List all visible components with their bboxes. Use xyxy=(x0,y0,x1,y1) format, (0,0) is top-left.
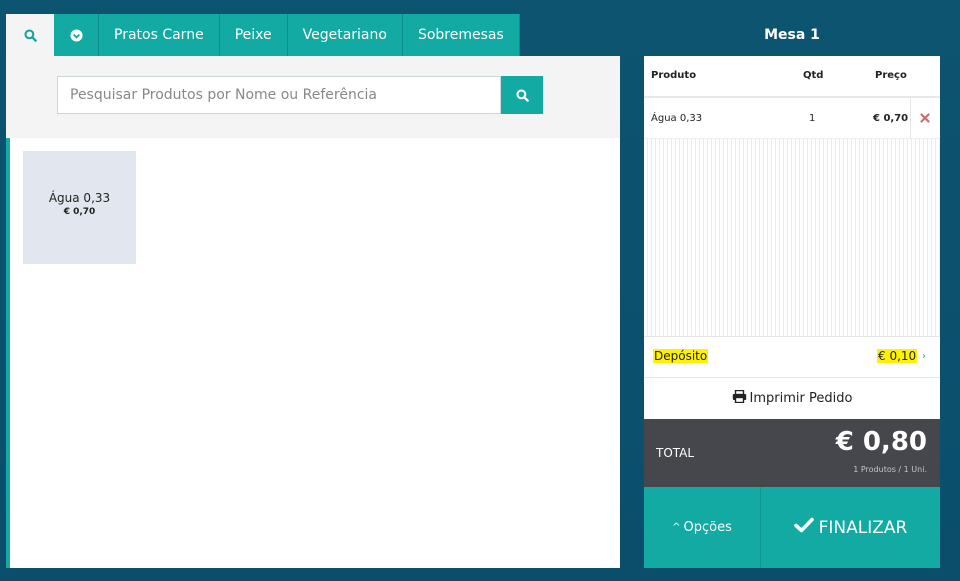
panel-accent-bar xyxy=(6,138,10,568)
total-section: TOTAL € 0,80 1 Produtos / 1 Uni. xyxy=(644,419,940,487)
order-item-qty: 1 xyxy=(809,113,816,124)
order-table-header: Produto Qtd Preço xyxy=(644,56,940,98)
search-icon xyxy=(515,88,529,102)
product-card[interactable]: Água 0,33 € 0,70 xyxy=(23,151,136,264)
finalize-label: FINALIZAR xyxy=(818,517,908,538)
chevron-right-icon: › xyxy=(922,351,926,362)
order-row[interactable]: Água 0,33 1 € 0,70 xyxy=(644,98,940,139)
tab-sobremesas[interactable]: Sobremesas xyxy=(402,14,520,56)
print-order-label: Imprimir Pedido xyxy=(749,391,853,406)
tab-peixe[interactable]: Peixe xyxy=(219,14,288,56)
column-price: Preço xyxy=(875,70,907,81)
deposit-row[interactable]: Depósito € 0,10 › xyxy=(644,336,940,377)
table-title: Mesa 1 xyxy=(764,27,820,43)
tab-more[interactable] xyxy=(54,14,99,56)
product-price: € 0,70 xyxy=(63,206,96,217)
deposit-label: Depósito xyxy=(653,349,709,363)
column-qty: Qtd xyxy=(803,70,824,81)
category-tabs: Pratos Carne Peixe Vegetariano Sobremesa… xyxy=(6,14,520,56)
total-value: € 0,80 xyxy=(835,427,927,457)
printer-icon xyxy=(732,389,747,407)
options-button[interactable]: ^ Opções xyxy=(644,487,761,568)
search-bar xyxy=(6,56,620,138)
tab-vegetariano[interactable]: Vegetariano xyxy=(287,14,403,56)
order-item-price: € 0,70 xyxy=(873,113,909,124)
order-item-product: Água 0,33 xyxy=(651,113,703,124)
search-icon xyxy=(23,28,37,42)
options-label: Opções xyxy=(683,520,732,535)
order-panel: Produto Qtd Preço Água 0,33 1 € 0,70 Dep… xyxy=(644,56,940,568)
search-input[interactable] xyxy=(57,76,501,114)
tab-search[interactable] xyxy=(6,14,54,56)
print-order-button[interactable]: Imprimir Pedido xyxy=(644,377,940,419)
product-panel: Água 0,33 € 0,70 xyxy=(6,56,620,568)
product-name: Água 0,33 xyxy=(48,190,111,205)
search-button[interactable] xyxy=(501,76,543,114)
remove-icon[interactable] xyxy=(920,113,930,126)
order-list-empty-area xyxy=(644,139,940,336)
chevron-up-icon: ^ xyxy=(672,522,681,533)
total-summary: 1 Produtos / 1 Uni. xyxy=(853,465,927,474)
deposit-value[interactable]: € 0,10 xyxy=(877,349,918,363)
column-product: Produto xyxy=(651,70,697,81)
row-divider xyxy=(910,98,911,139)
finalize-button[interactable]: FINALIZAR xyxy=(761,487,940,568)
tab-pratos-carne[interactable]: Pratos Carne xyxy=(99,14,220,56)
check-icon xyxy=(793,517,814,538)
total-label: TOTAL xyxy=(656,446,695,460)
chevron-down-circle-icon xyxy=(69,28,83,42)
